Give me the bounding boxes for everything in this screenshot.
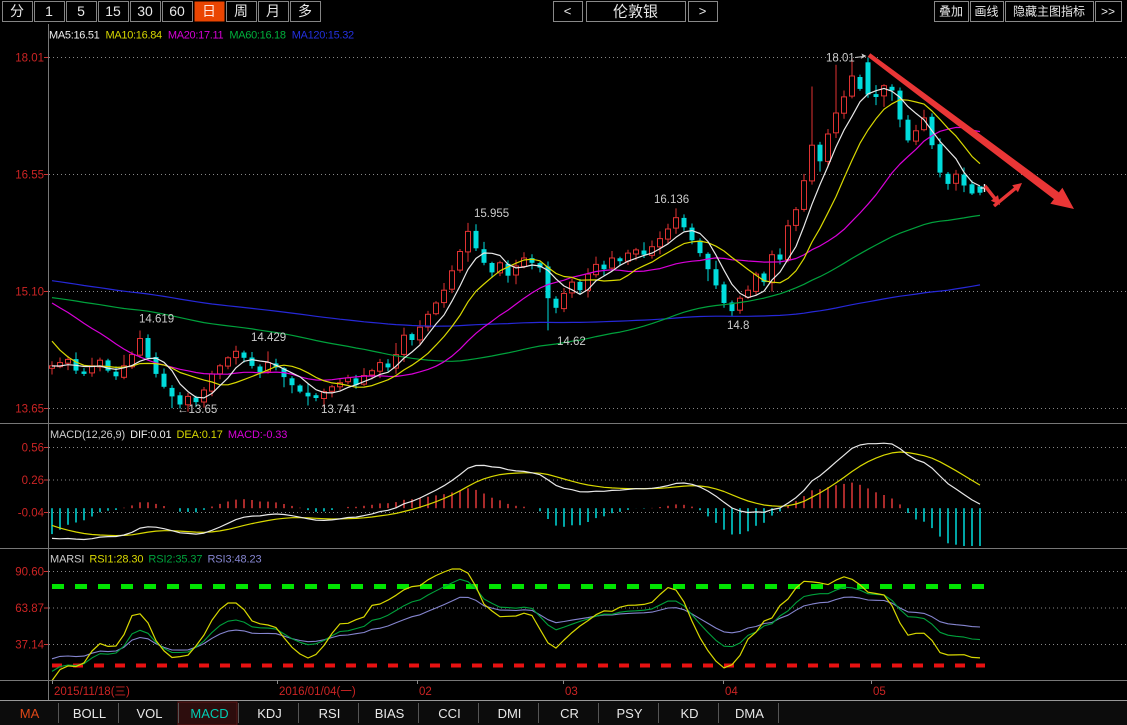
- svg-text:←13.65: ←13.65: [177, 404, 217, 416]
- svg-text:周: 周: [234, 3, 248, 19]
- svg-text:MARSIRSI1:28.30RSI2:35.37RSI3:: MARSIRSI1:28.30RSI2:35.37RSI3:48.23: [50, 554, 261, 566]
- svg-text:分: 分: [10, 3, 24, 19]
- svg-text:13.741: 13.741: [321, 404, 356, 416]
- svg-text:BOLL: BOLL: [73, 706, 106, 721]
- svg-text:PSY: PSY: [616, 706, 642, 721]
- svg-text:隐藏主图指标: 隐藏主图指标: [1013, 3, 1085, 18]
- svg-text:MACD(12,26,9)DIF:0.01DEA:0.17M: MACD(12,26,9)DIF:0.01DEA:0.17MACD:-0.33: [50, 429, 287, 441]
- svg-text:18.01: 18.01: [15, 53, 44, 65]
- svg-text:15: 15: [105, 3, 121, 19]
- svg-text:14.619: 14.619: [139, 314, 174, 326]
- svg-text:<: <: [564, 4, 572, 19]
- svg-text:90.60: 90.60: [15, 567, 44, 579]
- svg-text:>: >: [699, 4, 707, 19]
- svg-text:VOL: VOL: [136, 706, 162, 721]
- svg-text:1: 1: [45, 3, 53, 19]
- svg-text:37.14: 37.14: [15, 640, 44, 652]
- svg-text:画线: 画线: [974, 4, 998, 18]
- svg-text:2015/11/18(三): 2015/11/18(三): [54, 686, 130, 698]
- svg-text:多: 多: [298, 3, 312, 19]
- svg-text:伦敦银: 伦敦银: [613, 3, 658, 20]
- svg-text:15.955: 15.955: [474, 208, 509, 220]
- svg-text:30: 30: [137, 3, 153, 19]
- svg-text:0.26: 0.26: [22, 475, 44, 487]
- svg-text:KD: KD: [680, 706, 698, 721]
- svg-text:02: 02: [419, 686, 432, 698]
- svg-text:叠加: 叠加: [939, 4, 963, 18]
- svg-text:14.62: 14.62: [557, 336, 586, 348]
- svg-text:60: 60: [169, 3, 185, 19]
- svg-text:05: 05: [873, 686, 886, 698]
- svg-text:CCI: CCI: [438, 706, 460, 721]
- svg-text:2016/01/04(一): 2016/01/04(一): [279, 686, 356, 698]
- svg-text:16.55: 16.55: [15, 170, 44, 182]
- svg-text:0.56: 0.56: [22, 443, 44, 455]
- svg-text:15.10: 15.10: [15, 287, 44, 299]
- svg-text:03: 03: [565, 686, 578, 698]
- svg-text:>>: >>: [1101, 4, 1115, 18]
- svg-text:RSI: RSI: [319, 706, 341, 721]
- svg-text:BIAS: BIAS: [375, 706, 405, 721]
- svg-text:14.429: 14.429: [251, 332, 286, 344]
- svg-text:MACD: MACD: [190, 706, 228, 721]
- svg-text:月: 月: [266, 3, 280, 19]
- svg-text:CR: CR: [560, 706, 579, 721]
- svg-text:14.8: 14.8: [727, 320, 749, 332]
- svg-text:日: 日: [202, 3, 216, 19]
- svg-text:DMA: DMA: [735, 706, 764, 721]
- svg-text:KDJ: KDJ: [257, 706, 282, 721]
- svg-text:DMI: DMI: [498, 706, 522, 721]
- svg-text:5: 5: [77, 3, 85, 19]
- svg-text:63.87: 63.87: [15, 603, 44, 615]
- svg-text:16.136: 16.136: [654, 194, 689, 206]
- svg-text:MA5:16.51MA10:16.84MA20:17.11M: MA5:16.51MA10:16.84MA20:17.11MA60:16.18M…: [49, 30, 354, 42]
- svg-text:18.01: 18.01: [826, 53, 855, 65]
- svg-text:04: 04: [725, 686, 738, 698]
- svg-text:MA: MA: [20, 706, 40, 721]
- svg-text:-0.04: -0.04: [18, 508, 45, 520]
- svg-text:13.65: 13.65: [15, 404, 44, 416]
